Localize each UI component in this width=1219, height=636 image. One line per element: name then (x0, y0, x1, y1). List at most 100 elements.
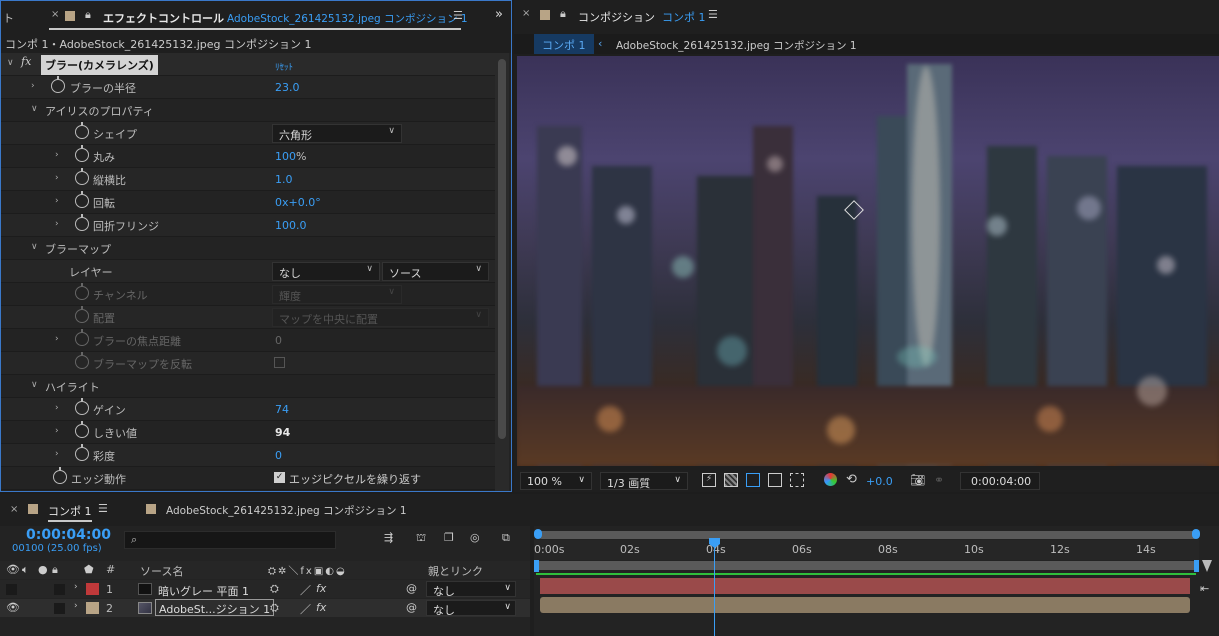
edge-checkbox[interactable]: ✓ (274, 472, 285, 483)
highlight-group-row[interactable]: ∨ ハイライト (1, 375, 495, 398)
navigator-end-handle[interactable] (1192, 529, 1200, 539)
expand-chevron-icon[interactable]: › (55, 219, 59, 229)
layer-bar-2[interactable] (540, 597, 1190, 613)
reset-link[interactable]: ﾘｾｯﾄ (275, 60, 293, 73)
lock-column-icon[interactable]: 🔒︎ (52, 563, 58, 577)
col-parent-link[interactable]: 親とリンク (428, 563, 483, 579)
tab-effect-file[interactable]: AdobeStock_261425132.jpeg コンポジション 1 (227, 11, 468, 26)
expand-chevron-icon[interactable]: › (74, 582, 78, 592)
stopwatch-icon[interactable] (75, 145, 89, 162)
layer-name[interactable]: AdobeSt...ジション 1 (155, 599, 275, 616)
layer-row-1[interactable]: › 1 暗いグレー 平面 1 ⛭ ／ fx @ なし ∨ (0, 580, 530, 598)
expand-chevron-icon[interactable]: › (31, 81, 35, 91)
stopwatch-icon[interactable] (51, 76, 65, 93)
blur-radius-value[interactable]: 23.0 (275, 81, 300, 94)
tab-timeline-file[interactable]: AdobeStock_261425132.jpeg コンポジション 1 (166, 503, 407, 518)
parent-dropdown-1[interactable]: なし ∨ (426, 581, 516, 598)
threshold-value[interactable]: 94 (275, 426, 290, 439)
stopwatch-icon[interactable] (75, 421, 89, 438)
panel-menu-icon[interactable]: ☰ (708, 8, 718, 21)
tab-timeline-comp[interactable]: コンポ 1 (48, 503, 92, 519)
fast-preview-icon[interactable]: ⚡ (702, 473, 716, 487)
layer-search-input[interactable]: ⌕ (124, 531, 336, 549)
current-time-field[interactable]: 0:00:04:00 (960, 472, 1040, 490)
stopwatch-icon[interactable] (75, 191, 89, 208)
expand-panels-icon[interactable]: » (495, 7, 503, 22)
stopwatch-icon[interactable] (75, 122, 89, 139)
rotation-value-group[interactable]: 0x+0.0° (275, 196, 321, 209)
graph-editor-icon[interactable]: ⧉ (502, 531, 510, 545)
roundness-value-group[interactable]: 100% (275, 150, 306, 163)
layer-dropdown[interactable]: なし ∨ (272, 262, 380, 281)
audio-toggle-icon[interactable]: 🔈︎ (22, 563, 29, 577)
pick-whip-icon[interactable]: @ (406, 601, 417, 614)
collapse-chevron-icon[interactable]: ∨ (31, 242, 38, 252)
shy-switch-icon[interactable]: ⛭ (270, 601, 279, 615)
expand-chevron-icon[interactable]: › (55, 173, 59, 183)
navigator-start-handle[interactable] (534, 529, 542, 539)
grid-guides-icon[interactable] (790, 473, 804, 487)
col-source-name[interactable]: ソース名 (140, 563, 183, 579)
tab-comp-name[interactable]: コンポ 1 (662, 9, 706, 25)
draft-3d-icon[interactable]: ⛫ (416, 531, 426, 546)
expand-chevron-icon[interactable]: › (55, 403, 59, 413)
timeline-track-area[interactable]: 0:00s 02s 04s 06s 08s 10s 12s 14s (534, 526, 1219, 636)
video-toggle-icon[interactable]: 👁︎ (6, 563, 20, 576)
work-area-end[interactable] (1194, 560, 1199, 572)
fx-icon[interactable]: fx (21, 55, 31, 68)
rotation-value[interactable]: 0x+0.0 (275, 196, 315, 209)
exposure-value[interactable]: +0.0 (866, 475, 893, 488)
layer-label-color[interactable] (86, 583, 99, 595)
zoom-dropdown[interactable]: 100 % ∨ (520, 472, 592, 490)
lock-toggle-box[interactable] (54, 603, 65, 614)
stopwatch-icon[interactable] (75, 214, 89, 231)
expand-chevron-icon[interactable]: › (55, 196, 59, 206)
shape-dropdown[interactable]: 六角形 ∨ (272, 124, 402, 143)
current-time-display[interactable]: 0:00:04:00 (26, 527, 111, 543)
breadcrumb-comp[interactable]: コンポ 1 (534, 34, 594, 54)
effect-switch-icon[interactable]: fx (316, 601, 326, 614)
lock-icon[interactable]: 🔒︎ (560, 7, 566, 21)
frame-blending-icon[interactable]: ❐ (444, 531, 454, 544)
expand-chevron-icon[interactable]: › (74, 601, 78, 611)
work-area-start[interactable] (534, 560, 539, 572)
effect-switch-icon[interactable]: fx (316, 582, 326, 595)
breadcrumb-file[interactable]: AdobeStock_261425132.jpeg コンポジション 1 (616, 38, 857, 53)
layer-name[interactable]: 暗いグレー 平面 1 (158, 583, 249, 599)
lock-toggle-box[interactable] (54, 584, 65, 595)
tab-effect-controls[interactable]: エフェクトコントロール (103, 10, 224, 26)
tab-composition[interactable]: コンポジション (578, 9, 655, 25)
effect-row[interactable]: ∨ fx ブラー(カメラレンズ) ﾘｾｯﾄ (1, 53, 495, 76)
work-area-bar[interactable] (536, 561, 1196, 570)
collapse-chevron-icon[interactable]: ∨ (7, 58, 14, 68)
panel-menu-icon[interactable]: ☰ (453, 9, 463, 22)
layer-expand-icon[interactable]: ⇤ (1200, 582, 1209, 595)
reset-exposure-icon[interactable]: ⟲ (846, 472, 857, 487)
composition-mini-flowchart-icon[interactable]: ⇶ (384, 531, 393, 544)
effect-name[interactable]: ブラー(カメラレンズ) (41, 55, 158, 75)
stopwatch-icon[interactable] (75, 398, 89, 415)
roundness-value[interactable]: 100 (275, 150, 296, 163)
expand-chevron-icon[interactable]: › (55, 449, 59, 459)
close-icon[interactable]: × (522, 8, 530, 19)
panel-menu-icon[interactable]: ☰ (98, 502, 108, 515)
camera-snapshot-icon[interactable]: 📷︎ (910, 473, 925, 487)
resolution-dropdown[interactable]: 1/3 画質 ∨ (600, 472, 688, 490)
composition-viewer[interactable] (517, 56, 1219, 466)
region-of-interest-icon[interactable] (768, 473, 782, 487)
solo-toggle-icon[interactable]: ● (38, 563, 48, 576)
mask-visibility-icon[interactable] (746, 473, 760, 487)
time-ruler[interactable]: 0:00s 02s 04s 06s 08s 10s 12s 14s (534, 540, 1199, 560)
label-tag-icon[interactable]: ⬟ (84, 563, 94, 576)
parent-dropdown-2[interactable]: なし ∨ (426, 600, 516, 617)
motion-blur-icon[interactable]: ◎ (470, 531, 480, 544)
source-dropdown[interactable]: ソース ∨ (382, 262, 489, 281)
shy-switch-icon[interactable]: ⛭ (270, 582, 279, 596)
expand-chevron-icon[interactable]: › (55, 334, 59, 344)
collapse-chevron-icon[interactable]: ∨ (31, 104, 38, 114)
video-eye-icon[interactable]: 👁︎ (6, 601, 20, 614)
iris-group-row[interactable]: ∨ アイリスのプロパティ (1, 99, 495, 122)
fringe-value[interactable]: 100.0 (275, 219, 307, 232)
aspect-value[interactable]: 1.0 (275, 173, 293, 186)
layer-row-2[interactable]: 👁︎ › 2 AdobeSt...ジション 1 ⛭ ／ fx @ なし ∨ (0, 599, 530, 617)
